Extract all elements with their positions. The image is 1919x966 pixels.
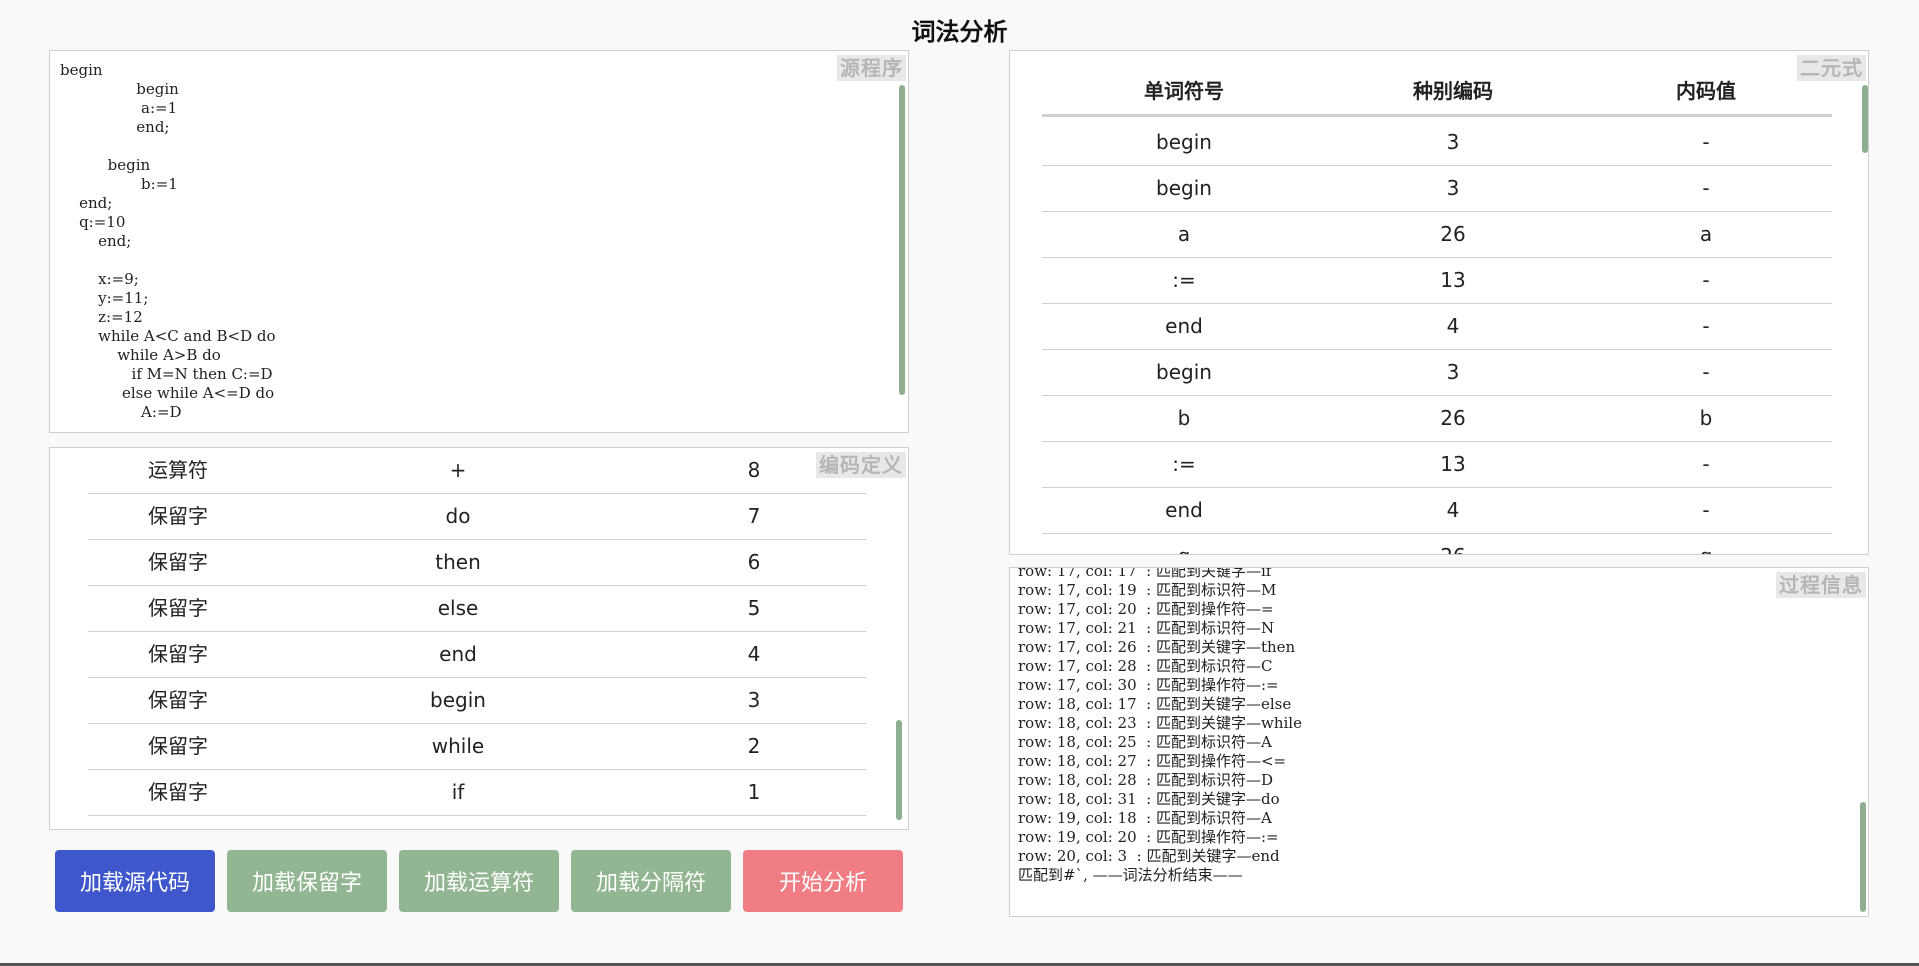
binary-kind: 3	[1446, 360, 1460, 384]
load-separators-button[interactable]: 加载分隔符	[571, 850, 731, 912]
binary-table-header: 单词符号 种别编码 内码值	[1042, 67, 1832, 117]
code-def-scrollbar[interactable]	[896, 720, 902, 820]
binary-kind: 26	[1440, 222, 1466, 246]
binary-kind: 13	[1440, 268, 1466, 292]
source-panel-tag: 源程序	[837, 55, 906, 81]
binary-value: -	[1702, 130, 1710, 154]
binary-row: a 26 a	[1042, 212, 1832, 258]
binary-symbol: begin	[1156, 130, 1212, 154]
code-def-panel-tag: 编码定义	[816, 452, 906, 478]
binary-symbol: begin	[1156, 360, 1212, 384]
binary-value: b	[1699, 406, 1713, 430]
code-def-word: end	[439, 642, 477, 666]
code-def-code: 2	[747, 734, 761, 758]
code-def-code: 4	[747, 642, 761, 666]
header-kind: 种别编码	[1413, 79, 1493, 103]
header-symbol: 单词符号	[1144, 79, 1224, 103]
binary-value: -	[1702, 176, 1710, 200]
binary-row: begin 3 -	[1042, 120, 1832, 166]
process-panel: row: 17, col: 17 : 匹配到关键字—if row: 17, co…	[1009, 567, 1869, 917]
binary-kind: 26	[1326, 534, 1580, 554]
binary-row: := 13 -	[1042, 258, 1832, 304]
code-def-type: 保留字	[148, 688, 208, 712]
binary-kind: 4	[1446, 498, 1460, 522]
code-def-word: if	[451, 780, 465, 804]
binary-kind: 3	[1446, 130, 1460, 154]
binary-row: begin 3 -	[1042, 350, 1832, 396]
process-panel-tag: 过程信息	[1776, 572, 1866, 598]
binary-kind: 3	[1446, 176, 1460, 200]
code-def-word: while	[431, 734, 485, 758]
binary-value: a	[1699, 222, 1713, 246]
code-def-type: 运算符	[148, 458, 208, 482]
load-operators-button[interactable]: 加载运算符	[399, 850, 559, 912]
binary-row: end 4 -	[1042, 488, 1832, 534]
code-def-code: 5	[747, 596, 761, 620]
code-def-row: 保留字 do 7	[88, 494, 866, 540]
binary-panel: 单词符号 种别编码 内码值 begin 3- begin 3- a 26 a:= 13- end…	[1009, 50, 1869, 555]
code-def-word: then	[435, 550, 481, 574]
page-title: 词法分析	[911, 18, 1008, 46]
code-def-word: begin	[430, 688, 486, 712]
binary-symbol: end	[1165, 498, 1203, 522]
code-def-word: do	[445, 504, 471, 528]
code-def-row: 保留字 else 5	[88, 586, 866, 632]
code-def-panel: 运算符 +8 保留字 do 7 保留字 then 6 保留字 else 5 保留字 end 4 保留字 beg…	[49, 447, 909, 830]
code-def-word: else	[437, 596, 479, 620]
binary-row: begin 3 -	[1042, 166, 1832, 212]
load-source-button[interactable]: 加载源代码	[55, 850, 215, 912]
binary-symbol: begin	[1156, 176, 1212, 200]
binary-value: -	[1702, 452, 1710, 476]
binary-row: b 26 b	[1042, 396, 1832, 442]
source-scrollbar[interactable]	[899, 85, 905, 395]
start-analysis-button[interactable]: 开始分析	[743, 850, 903, 912]
code-def-code: 8	[747, 458, 761, 482]
binary-kind: 4	[1446, 314, 1460, 338]
binary-kind: 26	[1440, 406, 1466, 430]
load-reserved-button[interactable]: 加载保留字	[227, 850, 387, 912]
code-def-row: 保留字 while 2	[88, 724, 866, 770]
source-panel: begin begin a:=1 end; begin b:=1 end; q:…	[49, 50, 909, 433]
binary-row: end 4 -	[1042, 304, 1832, 350]
process-log[interactable]: row: 17, col: 17 : 匹配到关键字—if row: 17, co…	[1018, 568, 1302, 885]
code-def-type: 保留字	[148, 504, 208, 528]
process-scrollbar[interactable]	[1860, 802, 1866, 912]
binary-value: -	[1702, 268, 1710, 292]
code-def-word: +	[449, 458, 467, 482]
binary-symbol: :=	[1172, 268, 1196, 292]
code-def-row: 保留字 then 6	[88, 540, 866, 586]
binary-panel-tag: 二元式	[1797, 55, 1866, 81]
code-def-code: 1	[747, 780, 761, 804]
binary-symbol: q	[1042, 534, 1326, 554]
code-def-row: 运算符 +8	[88, 448, 866, 494]
code-def-type: 保留字	[148, 596, 208, 620]
code-def-type: 保留字	[148, 734, 208, 758]
binary-value: q	[1580, 534, 1832, 554]
binary-symbol: :=	[1172, 452, 1196, 476]
binary-row: := 13 -	[1042, 442, 1832, 488]
binary-value: -	[1702, 314, 1710, 338]
binary-symbol: a	[1177, 222, 1191, 246]
code-def-code: 6	[747, 550, 761, 574]
binary-row: q26q	[1042, 534, 1832, 554]
binary-symbol: end	[1165, 314, 1203, 338]
source-code[interactable]: begin begin a:=1 end; begin b:=1 end; q:…	[60, 61, 276, 432]
code-def-code: 7	[747, 504, 761, 528]
code-def-row: 保留字 end 4	[88, 632, 866, 678]
binary-kind: 13	[1440, 452, 1466, 476]
code-def-row: 保留字 if 1	[88, 770, 866, 816]
code-def-type: 保留字	[148, 780, 208, 804]
binary-scrollbar[interactable]	[1862, 85, 1868, 153]
binary-symbol: b	[1177, 406, 1191, 430]
binary-value: -	[1702, 360, 1710, 384]
code-def-type: 保留字	[148, 642, 208, 666]
code-def-type: 保留字	[148, 550, 208, 574]
code-def-row: 保留字 begin 3	[88, 678, 866, 724]
binary-value: -	[1702, 498, 1710, 522]
code-def-code: 3	[747, 688, 761, 712]
header-value: 内码值	[1676, 79, 1736, 103]
